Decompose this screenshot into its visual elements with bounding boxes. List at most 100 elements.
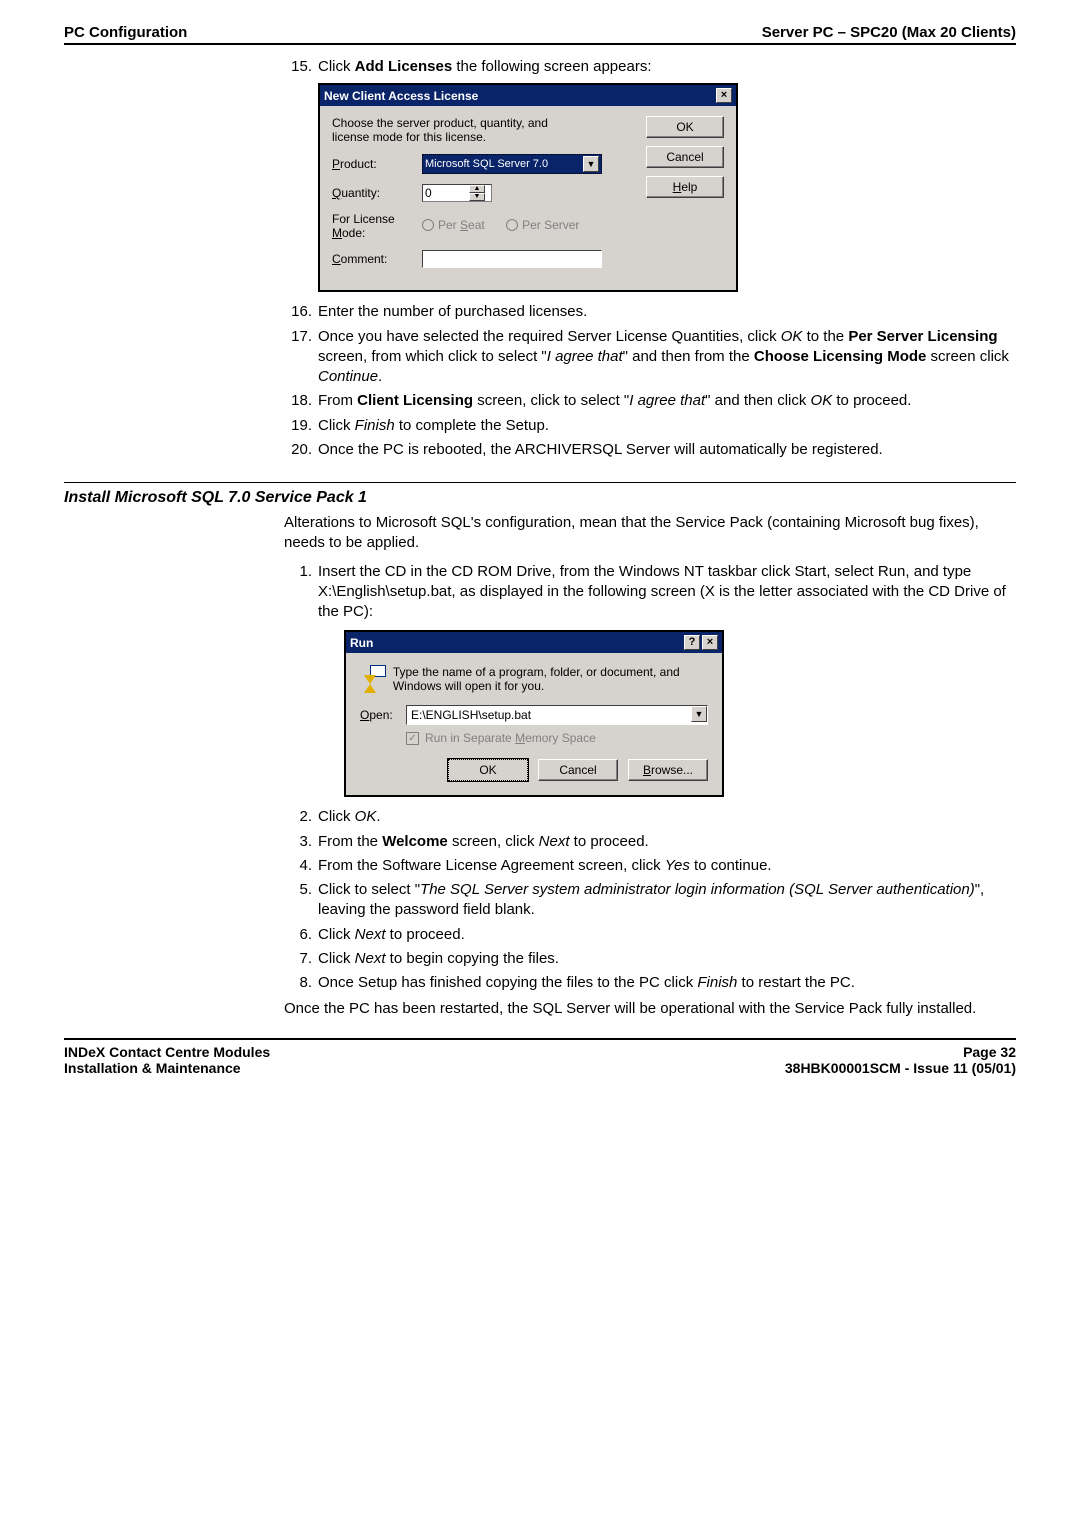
cancel-button[interactable]: Cancel xyxy=(538,759,618,781)
text: From the xyxy=(318,833,382,850)
browse-button[interactable]: Browse... xyxy=(628,759,708,781)
bold-text: Per Server Licensing xyxy=(848,328,997,345)
open-combobox[interactable]: ▼ xyxy=(406,705,708,725)
product-value: Microsoft SQL Server 7.0 xyxy=(425,158,583,170)
bold-text: Choose Licensing Mode xyxy=(754,348,927,365)
text: Enter the number of purchased licenses. xyxy=(318,302,1016,322)
quantity-label: Quantity: xyxy=(332,186,422,200)
dialog-title: Run xyxy=(350,636,373,650)
text: to the xyxy=(802,328,848,345)
text: to complete the Setup. xyxy=(395,417,549,434)
close-icon[interactable]: × xyxy=(702,635,718,650)
text: to continue. xyxy=(690,857,772,874)
text: screen click xyxy=(926,348,1009,365)
step-number: 20. xyxy=(284,440,318,460)
step-number: 15. xyxy=(284,57,318,77)
text: Click xyxy=(318,417,355,434)
text: Click xyxy=(318,808,355,825)
italic-text: Continue xyxy=(318,368,378,385)
text: to restart the PC. xyxy=(737,974,855,991)
step-number: 5. xyxy=(284,880,318,921)
page-header: PC Configuration Server PC – SPC20 (Max … xyxy=(64,24,1016,45)
step-number: 18. xyxy=(284,391,318,411)
new-client-access-license-dialog: New Client Access License × OK Cancel He… xyxy=(318,83,738,292)
step-number: 6. xyxy=(284,925,318,945)
text: " and then click xyxy=(705,392,810,409)
radio-label: Per Server xyxy=(522,218,579,232)
step-number: 7. xyxy=(284,949,318,969)
product-dropdown[interactable]: Microsoft SQL Server 7.0 ▼ xyxy=(422,154,602,174)
bold-text: Welcome xyxy=(382,833,448,850)
quantity-stepper[interactable]: ▲ ▼ xyxy=(422,184,492,202)
text: screen, click to select " xyxy=(473,392,629,409)
text: to begin copying the files. xyxy=(386,950,559,967)
text: Once the PC is rebooted, the ARCHIVERSQL… xyxy=(318,440,1016,460)
chevron-down-icon[interactable]: ▼ xyxy=(691,706,707,722)
ok-button[interactable]: OK xyxy=(448,759,528,781)
run-dialog: Run ? × Type the name of a program, fold… xyxy=(344,630,724,797)
text: . xyxy=(378,368,382,385)
s2-step-5: 5. Click to select "The SQL Server syste… xyxy=(284,880,1016,921)
italic-text: Next xyxy=(355,926,386,943)
radio-icon xyxy=(422,219,434,231)
per-seat-radio[interactable]: Per Seat xyxy=(422,218,485,232)
comment-input[interactable] xyxy=(422,250,602,268)
close-icon[interactable]: × xyxy=(716,88,732,103)
dialog-intro-text: Choose the server product, quantity, and… xyxy=(332,116,572,144)
s2-step-2: 2. Click OK. xyxy=(284,807,1016,827)
run-description: Type the name of a program, folder, or d… xyxy=(393,665,708,693)
spin-up-icon[interactable]: ▲ xyxy=(469,185,485,193)
text: Once Setup has finished copying the file… xyxy=(318,974,697,991)
text: screen, click xyxy=(448,833,539,850)
step-number: 2. xyxy=(284,807,318,827)
ok-button[interactable]: OK xyxy=(646,116,724,138)
text: Click xyxy=(318,58,355,75)
step-16: 16. Enter the number of purchased licens… xyxy=(284,302,1016,322)
s2-step-1: 1. Insert the CD in the CD ROM Drive, fr… xyxy=(284,562,1016,623)
help-button[interactable]: Help xyxy=(646,176,724,198)
step-number: 19. xyxy=(284,416,318,436)
s2-step-3: 3. From the Welcome screen, click Next t… xyxy=(284,832,1016,852)
cancel-button[interactable]: Cancel xyxy=(646,146,724,168)
per-server-radio[interactable]: Per Server xyxy=(506,218,579,232)
text: to proceed. xyxy=(832,392,911,409)
text: Click xyxy=(318,950,355,967)
section-divider xyxy=(64,482,1016,483)
italic-text: OK xyxy=(355,808,377,825)
step-number: 17. xyxy=(284,327,318,388)
product-label: Product: xyxy=(332,157,422,171)
italic-text: Yes xyxy=(665,857,690,874)
bold-text: Client Licensing xyxy=(357,392,473,409)
footer-right-2: 38HBK00001SCM - Issue 11 (05/01) xyxy=(785,1060,1016,1076)
text: . xyxy=(376,808,380,825)
quantity-input[interactable] xyxy=(423,185,469,201)
header-left: PC Configuration xyxy=(64,24,187,41)
open-input[interactable] xyxy=(407,706,691,724)
italic-text: Next xyxy=(539,833,570,850)
spin-down-icon[interactable]: ▼ xyxy=(469,193,485,201)
step-number: 16. xyxy=(284,302,318,322)
chevron-down-icon[interactable]: ▼ xyxy=(583,156,599,172)
step-20: 20. Once the PC is rebooted, the ARCHIVE… xyxy=(284,440,1016,460)
s2-step-7: 7. Click Next to begin copying the files… xyxy=(284,949,1016,969)
text: " and then from the xyxy=(623,348,754,365)
text: screen, from which click to select " xyxy=(318,348,547,365)
bold-text: Add Licenses xyxy=(355,58,453,75)
italic-text: Finish xyxy=(697,974,737,991)
italic-text: Next xyxy=(355,950,386,967)
checkbox-icon: ✓ xyxy=(406,732,419,745)
dialog-title: New Client Access License xyxy=(324,89,478,103)
italic-text: OK xyxy=(781,328,803,345)
step-number: 3. xyxy=(284,832,318,852)
italic-text: Finish xyxy=(355,417,395,434)
text: to proceed. xyxy=(386,926,465,943)
italic-text: I agree that xyxy=(629,392,705,409)
checkbox-label: Run in Separate Memory Space xyxy=(425,731,596,745)
step-number: 4. xyxy=(284,856,318,876)
radio-icon xyxy=(506,219,518,231)
text: Click xyxy=(318,926,355,943)
italic-text: I agree that xyxy=(547,348,623,365)
separate-memory-checkbox: ✓ Run in Separate Memory Space xyxy=(406,731,708,745)
help-icon[interactable]: ? xyxy=(684,635,700,650)
section-intro: Alterations to Microsoft SQL's configura… xyxy=(284,513,1016,554)
